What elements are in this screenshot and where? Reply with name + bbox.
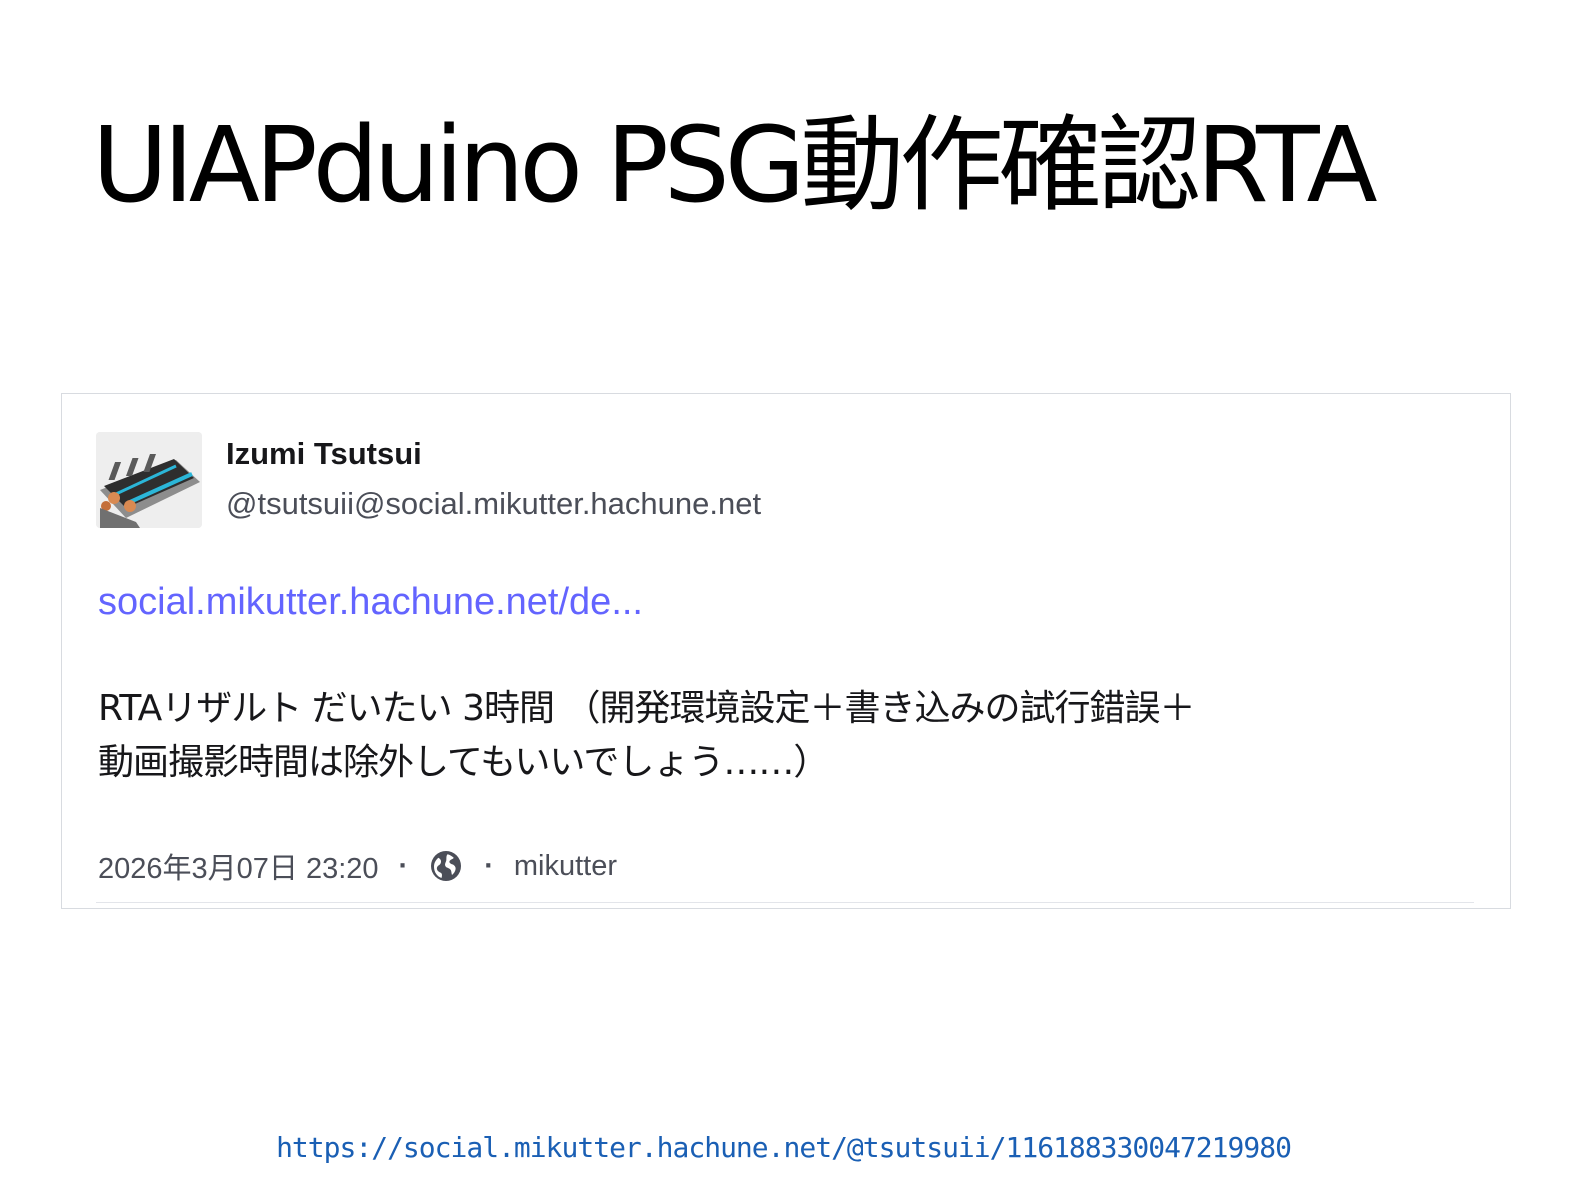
slide-title: UIAPduino PSG動作確認RTA xyxy=(92,104,1378,226)
meta-separator: · xyxy=(398,849,409,882)
post-timestamp[interactable]: 2026年3月07日 23:20 xyxy=(98,845,379,887)
meta-separator: · xyxy=(484,849,494,882)
post-content-line: RTAリザルト だいたい 3時間 （開発環境設定＋書き込みの試行錯誤＋ xyxy=(98,688,1195,729)
post-content: RTAリザルト だいたい 3時間 （開発環境設定＋書き込みの試行錯誤＋ 動画撮影… xyxy=(98,682,1468,790)
avatar[interactable] xyxy=(96,432,202,528)
globe-icon xyxy=(428,848,464,884)
post-card[interactable]: Izumi Tsutsui @tsutsuii@social.mikutter.… xyxy=(61,393,1511,909)
post-meta: 2026年3月07日 23:20 · · mikutter xyxy=(98,844,617,888)
divider xyxy=(96,902,1474,903)
source-url-link[interactable]: https://social.mikutter.hachune.net/@tsu… xyxy=(0,1130,1567,1166)
author-handle[interactable]: @tsutsuii@social.mikutter.hachune.net xyxy=(226,484,761,524)
author-name[interactable]: Izumi Tsutsui xyxy=(226,434,422,474)
post-content-line: 動画撮影時間は除外してもいいでしょう……） xyxy=(98,742,829,783)
post-link[interactable]: social.mikutter.hachune.net/de... xyxy=(98,579,643,625)
post-application[interactable]: mikutter xyxy=(514,850,617,883)
avatar-image xyxy=(96,432,202,528)
